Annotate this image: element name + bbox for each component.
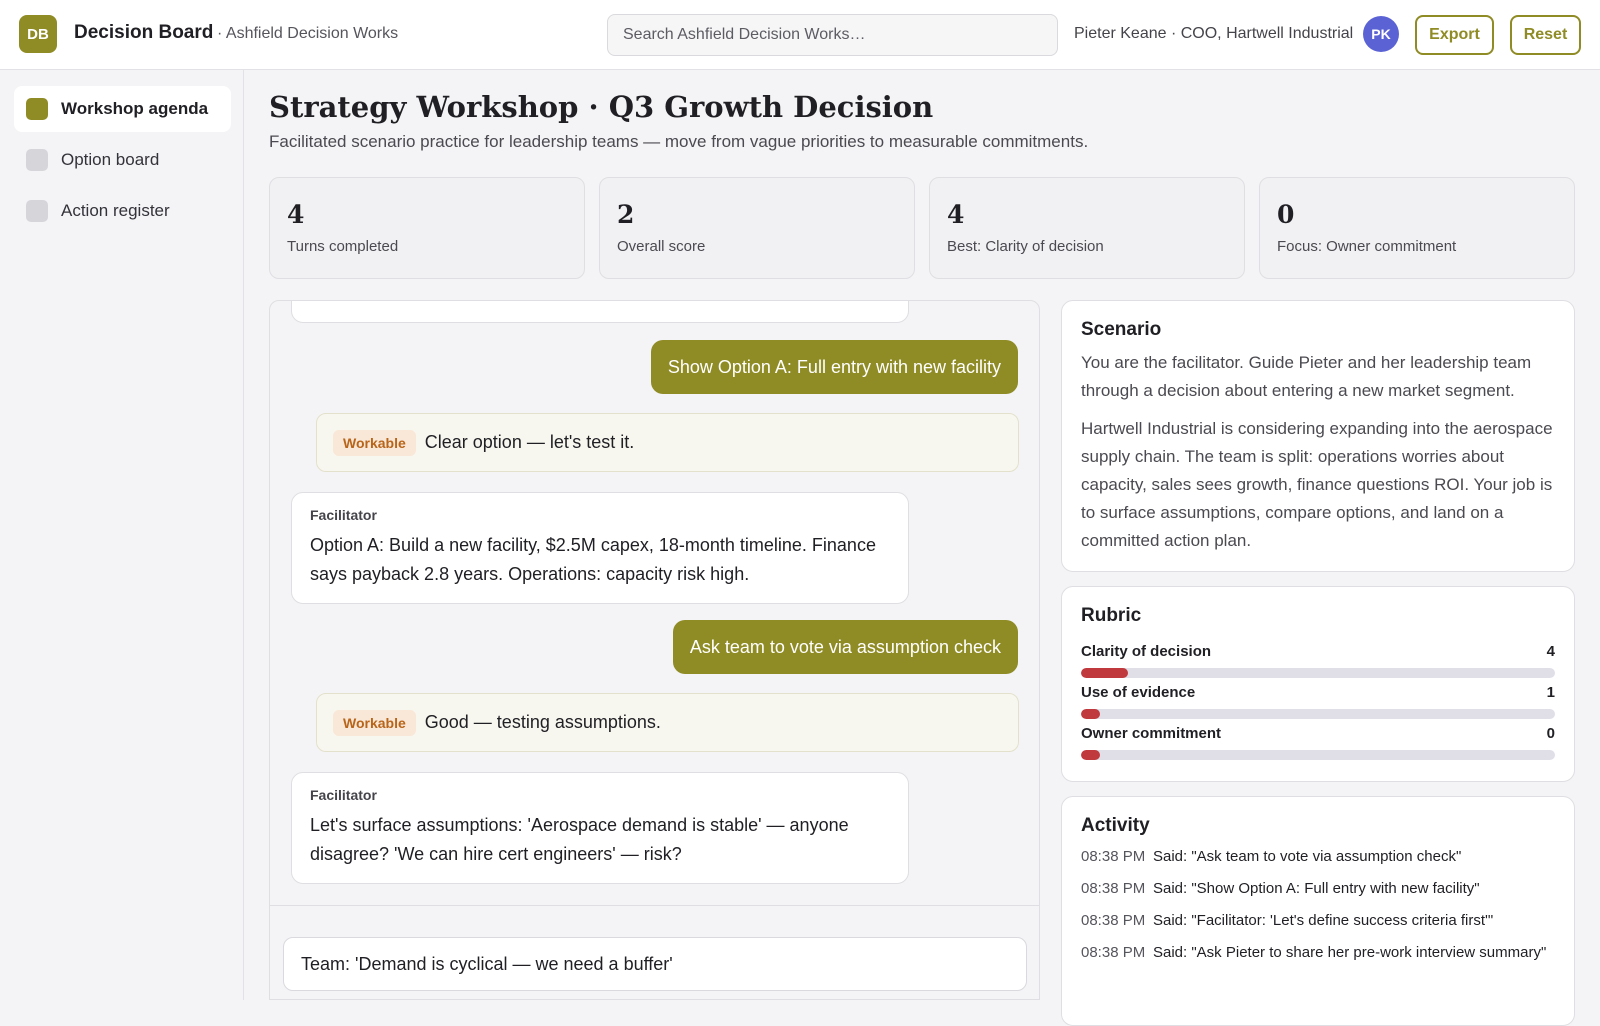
chat-message-facilitator: Facilitator Let's surface assumptions: '…	[291, 772, 909, 884]
rubric-label: Use of evidence	[1081, 684, 1196, 701]
stat-card-focus: 0 Focus: Owner commitment	[1259, 177, 1575, 279]
sidebar-item-option-board[interactable]: Option board	[14, 137, 231, 183]
activity-item: 08:38 PM Said: "Show Option A: Full entr…	[1081, 877, 1555, 901]
rubric-label: Owner commitment	[1081, 725, 1222, 742]
rubric-fill	[1081, 709, 1100, 719]
nav-square-icon	[26, 200, 48, 222]
activity-text: Said: "Ask team to vote via assumption c…	[1153, 848, 1462, 865]
message-text: Option A: Build a new facility, $2.5M ca…	[310, 535, 876, 584]
stat-card-best: 4 Best: Clarity of decision	[929, 177, 1245, 279]
stat-label: Turns completed	[287, 238, 399, 255]
scenario-details: Hartwell Industrial is considering expan…	[1081, 419, 1553, 550]
feedback-text: Clear option — let's test it.	[424, 432, 635, 452]
stat-card-overall-score: 2 Overall score	[599, 177, 915, 279]
rubric-fill	[1081, 750, 1100, 760]
rubric-list: Clarity of decision 4 Use of evidence 1 …	[1081, 643, 1555, 766]
activity-text: Said: "Show Option A: Full entry with ne…	[1153, 880, 1480, 897]
card-title: Activity	[1081, 815, 1150, 836]
page-title: Strategy Workshop · Q3 Growth Decision	[269, 90, 934, 124]
stat-label: Overall score	[617, 238, 706, 255]
app-logo: DB	[19, 15, 57, 53]
chat-panel[interactable]: Show Option A: Full entry with new facil…	[269, 300, 1040, 1000]
chat-message-facilitator-partial	[291, 301, 909, 323]
activity-item: 08:38 PM Said: "Ask team to vote via ass…	[1081, 845, 1555, 869]
rubric-bar	[1081, 750, 1555, 760]
sidebar-item-label: Workshop agenda	[61, 99, 209, 118]
app-title: Decision Board	[74, 22, 214, 43]
rubric-card: Rubric Clarity of decision 4 Use of evid…	[1061, 586, 1575, 782]
scenario-card: Scenario You are the facilitator. Guide …	[1061, 300, 1575, 572]
activity-item: 08:38 PM Said: "Ask Pieter to share her …	[1081, 941, 1555, 965]
sidebar-item-action-register[interactable]: Action register	[14, 188, 231, 234]
activity-text: Said: "Ask Pieter to share her pre-work …	[1153, 944, 1547, 961]
chat-message-user: Ask team to vote via assumption check	[672, 620, 1018, 674]
sidebar-item-label: Option board	[61, 150, 160, 169]
activity-list: 08:38 PM Said: "Ask team to vote via ass…	[1081, 845, 1555, 965]
sidebar-item-workshop-agenda[interactable]: Workshop agenda	[14, 86, 231, 132]
chat-message-user: Show Option A: Full entry with new facil…	[650, 340, 1018, 394]
rubric-label: Clarity of decision	[1081, 643, 1212, 660]
stat-card-turns: 4 Turns completed	[269, 177, 585, 279]
search-input[interactable]	[607, 14, 1058, 56]
chat-message-facilitator: Facilitator Option A: Build a new facili…	[291, 492, 909, 604]
stat-value: 2	[617, 200, 635, 229]
page-subtitle: Facilitated scenario practice for leader…	[269, 132, 1089, 151]
activity-time: 08:38 PM	[1081, 912, 1146, 929]
stat-label: Focus: Owner commitment	[1277, 238, 1457, 255]
nav-square-icon	[26, 149, 48, 171]
rubric-bar	[1081, 709, 1555, 719]
status-badge: Workable	[333, 709, 416, 736]
rubric-row: Use of evidence 1	[1081, 684, 1555, 725]
feedback-message: Workable Good — testing assumptions.	[316, 693, 1019, 752]
message-input[interactable]	[283, 937, 1027, 991]
rubric-row: Owner commitment 0	[1081, 725, 1555, 766]
card-title: Scenario	[1081, 319, 1162, 340]
workspace-name: · Ashfield Decision Works	[217, 25, 399, 42]
stat-value: 4	[287, 200, 305, 229]
avatar[interactable]: PK	[1363, 16, 1399, 52]
rubric-row: Clarity of decision 4	[1081, 643, 1555, 684]
rubric-bar	[1081, 668, 1555, 678]
stat-value: 0	[1277, 200, 1295, 229]
message-author: Facilitator	[310, 787, 377, 803]
scenario-intro: You are the facilitator. Guide Pieter an…	[1081, 353, 1532, 400]
top-header: DB Decision Board · Ashfield Decision Wo…	[0, 0, 1600, 70]
activity-text: Said: "Facilitator: 'Let's define succes…	[1153, 912, 1494, 929]
divider	[270, 905, 1039, 906]
stat-value: 4	[947, 200, 965, 229]
feedback-text: Good — testing assumptions.	[424, 712, 661, 732]
rubric-score: 1	[1546, 684, 1555, 701]
activity-time: 08:38 PM	[1081, 944, 1146, 961]
nav-square-icon	[26, 98, 48, 120]
message-author: Facilitator	[310, 507, 377, 523]
feedback-message: Workable Clear option — let's test it.	[316, 413, 1019, 472]
card-title: Rubric	[1081, 605, 1142, 626]
rubric-score: 4	[1546, 643, 1555, 660]
sidebar-item-label: Action register	[61, 201, 170, 220]
activity-time: 08:38 PM	[1081, 880, 1146, 897]
rubric-score: 0	[1546, 725, 1555, 742]
sidebar: Workshop agenda Option board Action regi…	[0, 70, 244, 1000]
user-name: Pieter Keane · COO, Hartwell Industrial	[1074, 25, 1354, 42]
activity-card: Activity 08:38 PM Said: "Ask team to vot…	[1061, 796, 1575, 1026]
message-text: Let's surface assumptions: 'Aerospace de…	[310, 815, 849, 864]
status-badge: Workable	[333, 429, 416, 456]
export-button[interactable]: Export	[1415, 15, 1494, 55]
reset-button[interactable]: Reset	[1510, 15, 1581, 55]
activity-item: 08:38 PM Said: "Facilitator: 'Let's defi…	[1081, 909, 1555, 933]
activity-time: 08:38 PM	[1081, 848, 1146, 865]
stat-label: Best: Clarity of decision	[947, 238, 1104, 255]
rubric-fill	[1081, 668, 1129, 678]
